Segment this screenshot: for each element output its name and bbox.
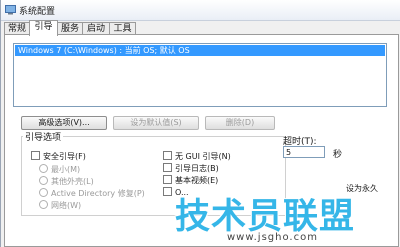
minimal-radio[interactable] bbox=[39, 164, 48, 173]
title-bar[interactable]: 系统配置 bbox=[1, 0, 400, 21]
active-directory-option[interactable]: Active Directory 修复(P) bbox=[39, 188, 145, 199]
base-video-option[interactable]: 基本视频(E) bbox=[163, 175, 218, 186]
no-gui-checkbox[interactable] bbox=[163, 151, 172, 160]
safe-boot-checkbox[interactable] bbox=[31, 151, 40, 160]
window-title: 系统配置 bbox=[19, 7, 56, 17]
system-config-icon bbox=[5, 5, 16, 15]
timeout-input[interactable]: 5 bbox=[283, 146, 325, 158]
alternate-shell-label: 其他外壳(L) bbox=[51, 177, 94, 186]
base-video-label: 基本视频(E) bbox=[175, 176, 219, 185]
set-default-button[interactable]: 设为默认值(S) bbox=[113, 116, 199, 130]
minimal-label: 最小(M) bbox=[51, 165, 81, 174]
minimal-option[interactable]: 最小(M) bbox=[39, 164, 80, 175]
active-directory-label: Active Directory 修复(P) bbox=[51, 189, 145, 198]
tab-boot[interactable]: 引导 bbox=[29, 20, 58, 36]
alternate-shell-radio[interactable] bbox=[39, 176, 48, 185]
network-label: 网络(W) bbox=[51, 201, 82, 210]
delete-button[interactable]: 删除(D) bbox=[205, 116, 275, 130]
os-list-item[interactable]: Windows 7 (C:\Windows) : 当前 OS; 默认 OS bbox=[15, 45, 385, 56]
safe-boot-option[interactable]: 安全引导(F) bbox=[31, 151, 86, 162]
advanced-options-button[interactable]: 高级选项(V)... bbox=[21, 116, 107, 130]
watermark: 技术员联盟 www.jsgho.com bbox=[151, 186, 400, 247]
safe-boot-label: 安全引导(F) bbox=[43, 152, 86, 161]
boot-log-option[interactable]: 引导日志(B) bbox=[163, 163, 219, 174]
network-option[interactable]: 网络(W) bbox=[39, 200, 81, 211]
base-video-checkbox[interactable] bbox=[163, 175, 172, 184]
system-config-window: 系统配置 常规 引导 服务 启动 工具 Windows 7 (C:\Window… bbox=[0, 0, 400, 247]
boot-log-checkbox[interactable] bbox=[163, 163, 172, 172]
seconds-label: 秒 bbox=[333, 150, 343, 160]
alternate-shell-option[interactable]: 其他外壳(L) bbox=[39, 176, 94, 187]
network-radio[interactable] bbox=[39, 200, 48, 209]
boot-log-label: 引导日志(B) bbox=[175, 164, 219, 173]
no-gui-label: 无 GUI 引导(N) bbox=[175, 152, 231, 161]
no-gui-option[interactable]: 无 GUI 引导(N) bbox=[163, 151, 231, 162]
watermark-url: www.jsgho.com bbox=[227, 232, 318, 243]
boot-options-label: 引导选项 bbox=[23, 130, 64, 143]
os-list[interactable]: Windows 7 (C:\Windows) : 当前 OS; 默认 OS bbox=[13, 43, 387, 107]
active-directory-radio[interactable] bbox=[39, 188, 48, 197]
